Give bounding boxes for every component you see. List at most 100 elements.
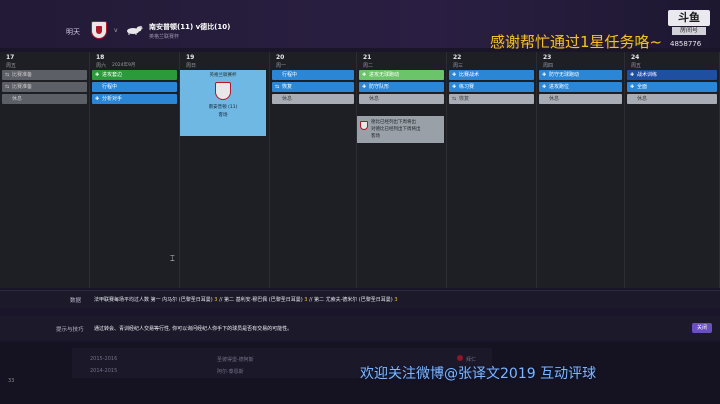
history-season: 2014-2015 — [90, 368, 118, 374]
day-weekday: 周三 — [453, 63, 464, 69]
match-card-title: 英格兰联赛杯 — [209, 73, 237, 78]
day-month: 2024年9月 — [112, 63, 136, 68]
training-slot[interactable]: ✚ 防守队形 — [359, 82, 444, 92]
session-plus-icon: ✚ — [362, 84, 367, 90]
data-text: 法甲联赛每场平均过人数 第一 内马尔 (巴黎圣日耳曼) 3 // 第二 基利安·… — [94, 296, 398, 303]
day-number: 18 — [96, 54, 105, 61]
training-slot[interactable]: ✚ 进攻跑位 — [539, 82, 622, 92]
training-slot[interactable]: 行程中 — [92, 82, 177, 92]
training-slot[interactable]: 休息 — [272, 94, 354, 104]
training-slot[interactable]: 行程中 — [272, 70, 354, 80]
match-day-card[interactable]: 英格兰联赛杯 南安普顿 (11) 客场 — [180, 70, 266, 136]
tomorrow-label[interactable]: 明天 — [66, 27, 80, 37]
match-card-venue: 客场 — [218, 113, 228, 118]
session-plus-icon: ✚ — [95, 72, 100, 78]
day-weekday: 周五 — [6, 63, 17, 69]
training-slot[interactable]: ⇆ 恢复 — [449, 94, 534, 104]
training-slot[interactable]: ✚ 练习赛 — [449, 82, 534, 92]
session-plus-icon: ✚ — [452, 72, 457, 78]
training-slot-label: 恢复 — [282, 84, 293, 90]
day-weekday: 周五 — [631, 63, 642, 69]
session-plus-icon: ✚ — [362, 72, 367, 78]
day-column[interactable]: 19 周日 英格兰联赛杯 南安普顿 (11) 客场 — [180, 52, 270, 288]
data-label: 数据 — [70, 298, 82, 304]
tips-text: 通过转会、青训经纪人交易等行性, 你可以询问经纪人你手下的球员是否有交易的可能性… — [94, 326, 293, 332]
training-slot-label: 分析对手 — [102, 96, 123, 102]
day-number: 22 — [453, 54, 462, 61]
training-slot[interactable]: ✚ 防守无球跑动 — [539, 70, 622, 80]
day-column[interactable]: 17 周五 ⇆ 比赛准备 ⇆ 比赛准备 休息 — [0, 52, 90, 288]
training-slot[interactable]: 休息 — [359, 94, 444, 104]
douyu-brand: 斗鱼 — [668, 10, 710, 26]
session-plus-icon: ✚ — [95, 96, 100, 102]
session-plus-icon: ✚ — [452, 84, 457, 90]
training-slot[interactable]: ⇆ 比赛准备 — [2, 82, 87, 92]
schedule-note-card[interactable]: 德比已经列出下周将出 对德比已经列出下周将出 客场 — [357, 116, 444, 143]
session-swap-icon: ⇆ — [5, 72, 10, 78]
session-swap-icon: ⇆ — [275, 84, 280, 90]
tips-label: 提示与技巧 — [56, 327, 84, 333]
training-slot-label: 比赛战术 — [459, 72, 480, 78]
data-value-2: 3 — [304, 297, 308, 303]
stream-thanks-overlay: 感谢帮忙通过1星任务咯~ — [490, 33, 663, 51]
training-slot[interactable]: ✚ 战术训练 — [627, 70, 717, 80]
training-slot[interactable]: 休息 — [539, 94, 622, 104]
southampton-crest-icon — [91, 21, 107, 39]
day-column[interactable]: 22 周三 ✚ 比赛战术 ✚ 练习赛 ⇆ 恢复 — [447, 52, 537, 288]
tips-close-button[interactable]: 关闭 — [692, 323, 712, 333]
training-slot[interactable]: ✚ 全面 — [627, 82, 717, 92]
training-slot-label: 进攻无球跑动 — [369, 72, 400, 78]
day-number: 23 — [543, 54, 552, 61]
day-column[interactable]: 24 周五 ✚ 战术训练 ✚ 全面 休息 — [625, 52, 720, 288]
training-slot[interactable]: 休息 — [627, 94, 717, 104]
training-slot[interactable]: ✚ 比赛战术 — [449, 70, 534, 80]
note-crest-icon — [360, 121, 368, 130]
session-plus-icon: ✚ — [630, 84, 635, 90]
training-slot-label: 全面 — [637, 84, 648, 90]
training-slot[interactable]: ✚ 分析对手 — [92, 94, 177, 104]
note-line-3: 客场 — [371, 134, 380, 139]
data-strip: 数据 法甲联赛每场平均过人数 第一 内马尔 (巴黎圣日耳曼) 3 // 第二 基… — [0, 290, 720, 308]
history-club: 阿尔·泰恩斯 — [217, 369, 244, 375]
training-slot[interactable]: ✚ 进攻无球跑动 — [359, 70, 444, 80]
day-column[interactable]: 23 周四 ✚ 防守无球跑动 ✚ 进攻跑位休息 — [537, 52, 625, 288]
schedule-calendar: 17 周五 ⇆ 比赛准备 ⇆ 比赛准备 休息 18 周六 2024年9月 ✚ 进攻套边 行程中 ✚ 分析对手… — [0, 52, 720, 288]
douyu-logo: 斗鱼 房间号 — [668, 10, 710, 38]
room-label: 房间号 — [672, 27, 706, 35]
data-prefix: 法甲联赛每场平均过人数 第一 内马尔 (巴黎圣日耳曼) — [94, 297, 213, 303]
training-slot-label: 休息 — [549, 96, 560, 102]
day-weekday: 周日 — [186, 63, 197, 69]
note-line-1: 德比已经列出下周将出 — [371, 120, 416, 125]
vs-label: v — [114, 27, 118, 34]
data-value-3: 3 — [394, 297, 398, 303]
mouse-cursor-icon: ⌶ — [170, 254, 175, 263]
training-slot-label: 进攻套边 — [102, 72, 123, 78]
day-weekday: 周四 — [543, 63, 554, 69]
training-slot-label: 比赛准备 — [12, 84, 33, 90]
day-column[interactable]: 21 周二 ✚ 进攻无球跑动 ✚ 防守队形 休息 德比已经列出下周将出 对德比已经列出下周将出客… — [357, 52, 447, 288]
day-number: 24 — [631, 54, 640, 61]
data-mid-1: // 第二 基利安·穆巴佩 (巴黎圣日耳曼) — [219, 297, 303, 303]
training-slot-label: 练习赛 — [459, 84, 475, 90]
room-number: 4858776 — [670, 40, 702, 48]
training-slot-label: 休息 — [282, 96, 293, 102]
training-slot-label: 进攻跑位 — [549, 84, 570, 90]
session-swap-icon: ⇆ — [452, 96, 457, 102]
training-slot[interactable]: ⇆ 比赛准备 — [2, 70, 87, 80]
day-column[interactable]: 20 周一 行程中 ⇆ 恢复 休息 — [270, 52, 357, 288]
next-match-title[interactable]: 南安普顿(11) v德比(10) — [149, 22, 230, 32]
corner-number: 33 — [8, 378, 15, 384]
day-column[interactable]: 18 周六 2024年9月 ✚ 进攻套边 行程中 ✚ 分析对手 — [90, 52, 180, 288]
day-number: 21 — [363, 54, 372, 61]
derby-ram-icon — [127, 25, 143, 35]
history-club: 圣彼得堡·德阿斯 — [217, 357, 254, 363]
data-value-1: 3 — [214, 297, 218, 303]
training-slot-label: 恢复 — [459, 96, 470, 102]
training-slot[interactable]: 休息 — [2, 94, 87, 104]
session-plus-icon: ✚ — [630, 72, 635, 78]
training-slot[interactable]: ✚ 进攻套边 — [92, 70, 177, 80]
training-slot-label: 比赛准备 — [12, 72, 33, 78]
training-slot[interactable]: ⇆ 恢复 — [272, 82, 354, 92]
training-slot-label: 行程中 — [102, 84, 118, 90]
day-number: 19 — [186, 54, 195, 61]
